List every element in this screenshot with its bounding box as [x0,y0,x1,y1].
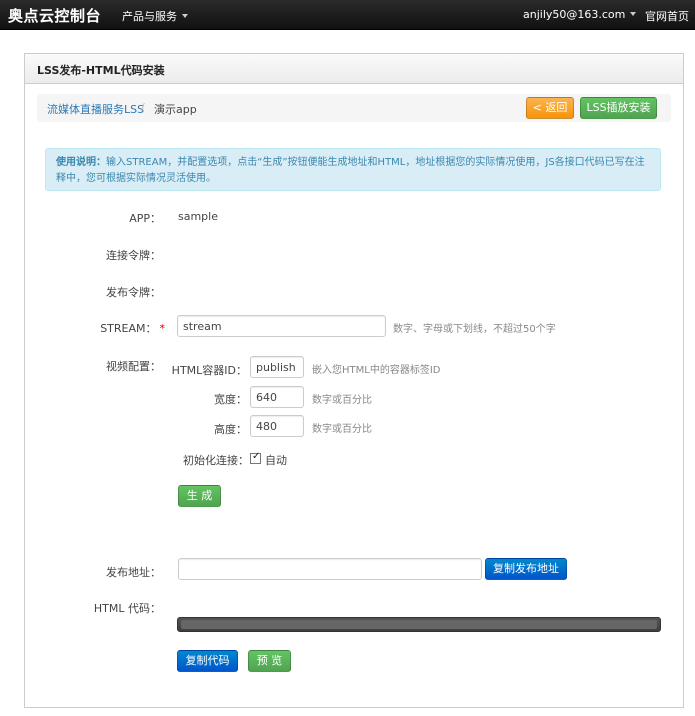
stream-hint: 数字、字母或下划线，不超过50个字 [393,324,556,335]
container-id-input[interactable] [250,356,304,378]
width-hint: 数字或百分比 [312,395,372,406]
home-link[interactable]: 官网首页 [645,8,689,24]
breadcrumb-current: 演示app [154,103,197,116]
copy-code-button[interactable]: 复制代码 [177,650,238,672]
generate-button[interactable]: 生 成 [178,485,221,507]
app-value: sample [178,210,218,223]
auto-connect-label: 自动 [265,454,287,467]
stream-label-text: STREAM： [100,322,157,335]
panel-header: LSS发布-HTML代码安装 [25,54,683,84]
required-marker: * [159,322,166,335]
height-input[interactable] [250,415,304,437]
init-connect-label: 初始化连接： [183,454,249,467]
back-button[interactable]: < 返回 [526,97,574,119]
alert-title: 使用说明： [56,157,106,168]
page-title: LSS发布-HTML代码安装 [37,64,165,77]
publish-url-input[interactable] [178,558,482,580]
products-menu[interactable]: 产品与服务 [122,8,188,24]
top-navbar: 奥点云控制台 产品与服务 anjily50@163.com 官网首页 [0,0,695,30]
breadcrumb: 流媒体直播服务LSS / 演示app [37,94,671,122]
html-code-label: HTML 代码： [93,602,161,615]
publish-token-label: 发布令牌： [106,286,161,299]
breadcrumb-separator: / [141,101,145,114]
stream-label: STREAM： * [65,320,165,336]
user-menu[interactable]: anjily50@163.com [523,8,637,21]
height-hint: 数字或百分比 [312,424,372,435]
container-id-label: HTML容器ID： [171,364,247,377]
user-email: anjily50@163.com [523,8,626,21]
publish-url-label: 发布地址： [106,566,161,579]
html-code-box[interactable] [177,617,661,632]
usage-alert: 使用说明：输入STREAM，并配置选项，点击“生成”按钮便能生成地址和HTML，… [45,148,661,191]
main-panel: LSS发布-HTML代码安装 流媒体直播服务LSS / 演示app < 返回 L… [24,53,684,708]
preview-button[interactable]: 预 览 [248,650,291,672]
stream-input[interactable] [177,315,386,337]
auto-connect-checkbox[interactable]: ✓ [250,451,261,464]
check-icon: ✓ [252,451,261,462]
video-config-label: 视频配置： [106,360,161,373]
width-label: 宽度： [214,393,247,406]
brand-logo[interactable]: 奥点云控制台 [8,5,101,26]
lss-install-button[interactable]: LSS插放安装 [580,97,657,119]
app-label: APP： [129,212,161,225]
connect-token-label: 连接令牌： [106,249,161,262]
height-label: 高度： [214,423,247,436]
chevron-down-icon [182,14,188,18]
width-input[interactable] [250,386,304,408]
container-id-hint: 嵌入您HTML中的容器标签ID [312,365,441,376]
copy-publish-url-button[interactable]: 复制发布地址 [485,558,567,580]
breadcrumb-parent-link[interactable]: 流媒体直播服务LSS [47,101,144,117]
products-menu-label: 产品与服务 [122,10,177,23]
alert-text: 输入STREAM，并配置选项，点击“生成”按钮便能生成地址和HTML，地址根据您… [56,157,645,184]
code-scrollbar[interactable] [181,620,657,629]
chevron-down-icon [630,12,637,16]
